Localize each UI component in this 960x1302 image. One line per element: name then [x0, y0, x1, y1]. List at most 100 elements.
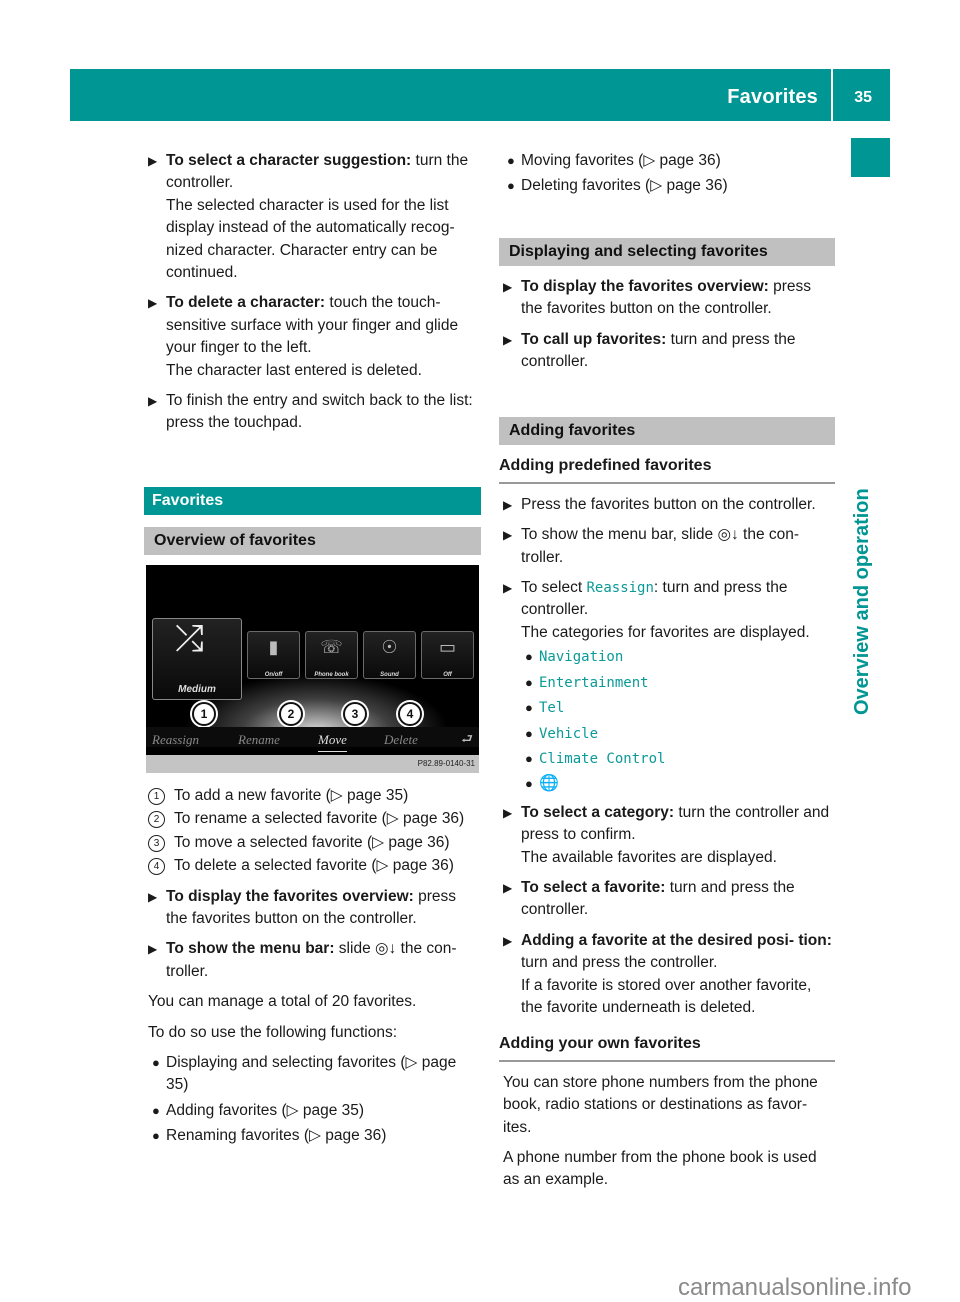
page-number: 35 [854, 89, 872, 106]
legend-item: 3 To move a selected favorite (▷ page 36… [148, 832, 481, 854]
watermark: carmanualsonline.info [678, 1274, 912, 1301]
bullet-icon: ● [525, 700, 533, 716]
step-arrow-icon: ▶ [503, 332, 513, 347]
category-item: ● Vehicle [521, 723, 835, 745]
tile-label: On/off [264, 671, 283, 678]
menu-item-rename: Rename [238, 731, 280, 747]
step-arrow-icon: ▶ [148, 889, 158, 904]
display-text-reassign: Reassign [586, 580, 654, 597]
step-label: To display the favorites overview: [521, 277, 769, 295]
side-tab-marker [851, 138, 890, 177]
function-link[interactable]: Displaying and selecting favorites (▷ pa… [166, 1054, 456, 1093]
step-result: The categories for favorites are display… [521, 623, 810, 641]
favorite-tile-main: ⤮ Medium [152, 616, 242, 700]
step-label: To select a favorite: [521, 878, 666, 896]
step-arrow-icon: ▶ [148, 942, 158, 957]
thermometer-icon: ▮ [268, 636, 279, 657]
favorites-screen-image: ⤮ Medium ▮ On/off ☏ Phone book ☉ Sound ▭… [146, 564, 479, 773]
shuffle-icon: ⤮ [175, 616, 204, 658]
bullet-icon: ● [525, 750, 533, 766]
callout-4: 4 [398, 701, 422, 726]
step-label: To delete a character: [166, 294, 326, 312]
step-item: ▶ To finish the entry and switch back to… [148, 390, 481, 435]
function-link[interactable]: Moving favorites (▷ page 36) [521, 152, 721, 169]
step-arrow-icon: ▶ [503, 279, 513, 294]
menu-item-reassign: Reassign [152, 731, 199, 747]
step-item: ▶ To show the menu bar, slide ◎↓ the con… [503, 524, 835, 569]
paragraph: A phone number from the phone book is us… [503, 1149, 817, 1189]
step-item: ▶ To display the favorites overview: pre… [148, 886, 481, 931]
callout-3: 3 [343, 701, 367, 726]
callout-1: 1 [192, 701, 216, 726]
step-label: To display the favorites overview: [166, 887, 414, 905]
step-item: ▶ To call up favorites: turn and press t… [503, 329, 835, 374]
function-list-item: ● Deleting favorites (▷ page 36) [503, 175, 835, 197]
header-divider [831, 69, 833, 121]
legend-item: 1 To add a new favorite (▷ page 35) [148, 785, 481, 807]
step-text: Press the favorites button on the contro… [521, 495, 816, 513]
menu-item-delete: Delete [384, 731, 418, 747]
subheading-predefined: Adding predefined favorites [499, 455, 835, 484]
step-item: ▶ To select a character suggestion: turn… [148, 150, 481, 284]
back-arrow-icon: ⮐ [461, 730, 473, 746]
step-text: turn and press the controller. [521, 954, 718, 972]
legend-text: To add a new favorite (▷ page 35) [174, 786, 409, 804]
step-arrow-icon: ▶ [503, 933, 513, 948]
favorite-tile: ☉ Sound [363, 630, 416, 679]
bullet-icon: ● [152, 1054, 160, 1070]
step-text: To select [521, 579, 587, 597]
category-item: ● Navigation [521, 646, 835, 668]
legend-text: To rename a selected favorite (▷ page 36… [174, 810, 465, 828]
step-item: ▶ Press the favorites button on the cont… [503, 494, 835, 516]
step-text: To show the menu bar, slide ◎↓ the con- … [521, 526, 800, 566]
globe-icon: 🌐 [539, 775, 559, 793]
step-item: ▶ Adding a favorite at the desired posi-… [503, 930, 835, 1020]
step-item: ▶ To delete a character: touch the touch… [148, 292, 481, 382]
sound-dial-icon: ☉ [381, 636, 398, 657]
function-list-item: ● Displaying and selecting favorites (▷ … [148, 1052, 481, 1097]
subheading-own-favorites: Adding your own favorites [499, 1033, 835, 1062]
callout-number: 1 [148, 787, 165, 805]
step-result: If a favorite is stored over another fav… [521, 976, 812, 1016]
function-list-item: ● Renaming favorites (▷ page 36) [148, 1125, 481, 1147]
callout-number: 2 [148, 811, 165, 829]
step-label: To select a category: [521, 803, 675, 821]
phone-icon: ☏ [320, 636, 343, 657]
function-list-item: ● Adding favorites (▷ page 35) [148, 1100, 481, 1122]
step-arrow-icon: ▶ [503, 805, 513, 820]
step-label: To select a character suggestion: [166, 152, 412, 169]
display-off-icon: ▭ [438, 636, 456, 657]
step-arrow-icon: ▶ [503, 581, 513, 596]
step-label: Adding a favorite at the desired posi- t… [521, 931, 832, 949]
section-heading-displaying: Displaying and selecting favorites [499, 237, 835, 266]
tile-label: Sound [380, 671, 399, 678]
category-tel: Tel [539, 700, 565, 717]
callout-number: 4 [148, 858, 165, 876]
step-item: ▶ To select a favorite: turn and press t… [503, 877, 835, 922]
side-tab: Overview and operation [851, 445, 890, 715]
favorite-tile: ☏ Phone book [305, 630, 358, 679]
function-link[interactable]: Deleting favorites (▷ page 36) [521, 177, 728, 194]
step-arrow-icon: ▶ [148, 154, 158, 168]
function-link[interactable]: Renaming favorites (▷ page 36) [166, 1127, 386, 1144]
side-tab-label: Overview and operation [851, 488, 873, 715]
paragraph: You can store phone numbers from the pho… [503, 1073, 818, 1136]
tile-label: Medium [178, 683, 216, 695]
left-column: ▶ To select a character suggestion: turn… [144, 150, 481, 1151]
category-climate-control: Climate Control [539, 750, 666, 767]
screen-menu-bar: Reassign Rename Move Delete ⮐ [146, 726, 479, 753]
category-item: ● Tel [521, 697, 835, 719]
function-link[interactable]: Adding favorites (▷ page 35) [166, 1102, 364, 1119]
favorite-tile: ▭ Off [421, 630, 474, 679]
step-arrow-icon: ▶ [503, 497, 513, 512]
callout-2: 2 [279, 701, 303, 726]
step-result: The character last entered is deleted. [166, 361, 422, 379]
favorite-tile: ▮ On/off [247, 630, 300, 679]
bullet-icon: ● [152, 1102, 160, 1118]
bullet-icon: ● [525, 649, 533, 665]
legend-text: To move a selected favorite (▷ page 36) [174, 833, 450, 851]
category-item: ● 🌐 [521, 773, 835, 795]
bullet-icon: ● [525, 776, 533, 792]
legend-text: To delete a selected favorite (▷ page 36… [174, 857, 454, 875]
category-vehicle: Vehicle [539, 725, 599, 742]
